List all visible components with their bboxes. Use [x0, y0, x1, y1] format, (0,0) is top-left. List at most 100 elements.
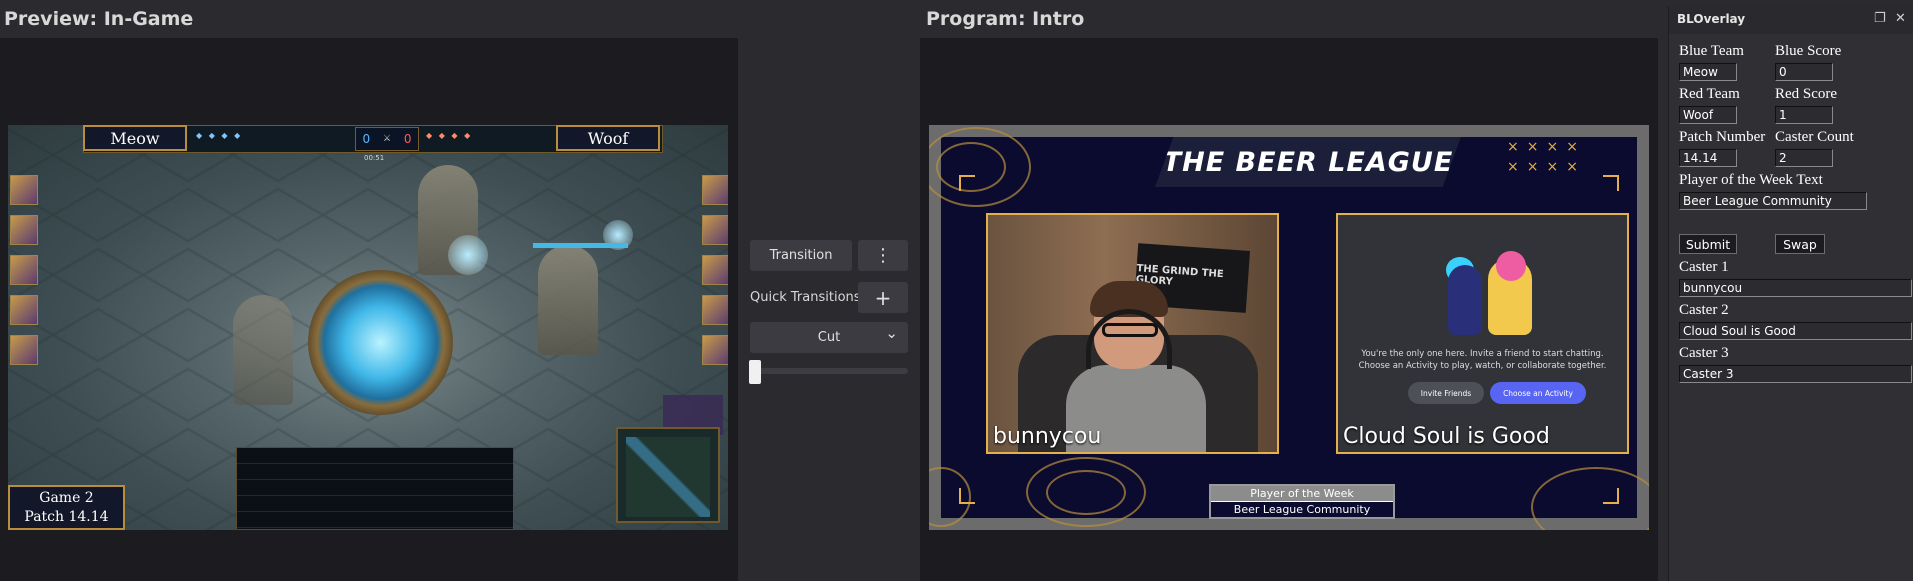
blue-kills: 0 — [362, 132, 371, 146]
blue-score-label: Blue Score — [1775, 43, 1842, 59]
cut-select-value: Cut — [817, 330, 841, 345]
choose-activity-button: Choose an Activity — [1490, 382, 1586, 404]
game-number: Game 2 — [39, 490, 94, 506]
invite-friends-button: Invite Friends — [1408, 382, 1484, 404]
cut-select[interactable]: Cut ⌄ — [750, 322, 908, 353]
game-timer: 00:51 — [364, 154, 385, 162]
corner-bracket — [1603, 175, 1619, 191]
patch-number-label: Patch Number — [1679, 129, 1766, 145]
topo-decoration — [1531, 467, 1649, 530]
caster-name-left: bunnycou — [993, 424, 1102, 449]
caster-2-label: Caster 2 — [1679, 302, 1729, 318]
corner-bracket — [1603, 488, 1619, 504]
red-team-stats: ◆ ◆ ◆ ◆ — [426, 131, 473, 140]
red-champion-portraits — [702, 175, 728, 375]
red-team-label: Red Team — [1679, 86, 1740, 102]
add-transition-icon[interactable]: + — [858, 282, 908, 313]
patch-number: Patch 14.14 — [24, 509, 109, 525]
t-bar-handle[interactable] — [749, 360, 761, 384]
league-banner: THE BEER LEAGUE — [1155, 137, 1461, 187]
submit-button[interactable]: Submit — [1679, 234, 1737, 254]
scoreboard-row — [237, 480, 513, 496]
health-bar — [533, 243, 628, 248]
glasses-icon — [1102, 323, 1158, 337]
red-team-input[interactable]: Woof — [1679, 106, 1737, 124]
turret — [233, 295, 293, 405]
minimap — [616, 427, 720, 523]
red-team-name: Woof — [556, 125, 660, 151]
champion-portrait — [10, 255, 38, 285]
caster-webcam-left: THE GRIND THE GLORY bunnycou — [986, 213, 1279, 454]
discord-mascot — [1448, 265, 1482, 335]
scoreboard-row — [237, 512, 513, 528]
potw-input[interactable]: Beer League Community — [1679, 192, 1867, 210]
close-icon[interactable]: ✕ — [1895, 11, 1906, 26]
program-feed: THE BEER LEAGUE ×××× ×××× THE GRIND THE … — [929, 125, 1649, 530]
champion-portrait — [702, 215, 728, 245]
champion-portrait — [702, 255, 728, 285]
discord-line-1: You're the only one here. Invite a frien… — [1361, 349, 1604, 359]
caster-count-label: Caster Count — [1775, 129, 1854, 145]
caster-3-label: Caster 3 — [1679, 345, 1729, 361]
program-title: Program: Intro — [926, 8, 1085, 30]
t-bar-track[interactable] — [750, 368, 908, 374]
champion-portrait — [10, 175, 38, 205]
swap-button[interactable]: Swap — [1775, 234, 1825, 254]
game-info-box: Game 2 Patch 14.14 — [8, 485, 125, 530]
float-dock-icon[interactable]: ❐ — [1874, 11, 1886, 26]
preview-game-feed: Meow Woof ◆ ◆ ◆ ◆ ◆ ◆ ◆ ◆ 0 ⚔ 0 00:51 Ga… — [8, 125, 728, 530]
blue-team-stats: ◆ ◆ ◆ ◆ — [196, 131, 243, 140]
x-marks-decoration: ×××× ×××× — [1507, 139, 1586, 175]
player-scoreboard — [236, 447, 514, 530]
caster-count-input[interactable]: 2 — [1775, 149, 1833, 167]
blue-team-label: Blue Team — [1679, 43, 1744, 59]
red-score-label: Red Score — [1775, 86, 1838, 102]
caster-2-input[interactable]: Cloud Soul is Good — [1679, 322, 1912, 340]
turret — [538, 245, 598, 355]
chevron-down-icon: ⌄ — [885, 324, 898, 342]
champion-portrait — [10, 215, 38, 245]
patch-number-input[interactable]: 14.14 — [1679, 149, 1737, 167]
discord-mascot — [1496, 251, 1526, 281]
scoreboard-row — [237, 496, 513, 512]
minimap-river — [626, 437, 710, 517]
dock-title: BLOverlay — [1677, 12, 1746, 26]
kill-score: 0 ⚔ 0 — [355, 127, 419, 151]
transition-button[interactable]: Transition — [750, 240, 852, 271]
preview-title: Preview: In-Game — [4, 8, 194, 30]
red-score-input[interactable]: 1 — [1775, 106, 1833, 124]
more-options-icon[interactable]: ⋮ — [858, 240, 908, 271]
caster-1-input[interactable]: bunnycou — [1679, 279, 1912, 297]
discord-line-2: Choose an Activity to play, watch, or co… — [1358, 361, 1607, 371]
champion-effect — [448, 235, 488, 275]
program-canvas: THE BEER LEAGUE ×××× ×××× THE GRIND THE … — [929, 127, 1649, 530]
champion-portrait — [702, 295, 728, 325]
player-of-the-week-box: Player of the Week Beer League Community — [1209, 484, 1395, 519]
champion-portrait — [702, 335, 728, 365]
sword-icon: ⚔ — [382, 134, 392, 144]
caster-1-label: Caster 1 — [1679, 259, 1729, 275]
discord-empty-message: You're the only one here. Invite a frien… — [1338, 348, 1627, 372]
champion-portrait — [702, 175, 728, 205]
quick-transitions-label: Quick Transitions — [750, 290, 861, 305]
potw-label: Player of the Week Text — [1679, 172, 1823, 188]
potw-value: Beer League Community — [1211, 501, 1393, 517]
blue-champion-portraits — [10, 175, 46, 375]
champion-portrait — [10, 335, 38, 365]
blue-score-input[interactable]: 0 — [1775, 63, 1833, 81]
scoreboard-row — [237, 448, 513, 464]
caster-3-input[interactable]: Caster 3 — [1679, 365, 1912, 383]
potw-title: Player of the Week — [1211, 486, 1393, 501]
scoreboard-row — [237, 464, 513, 480]
obs-studio-window: Preview: In-Game Meow Woof ◆ ◆ ◆ ◆ ◆ ◆ ◆… — [0, 0, 1913, 581]
corner-bracket — [959, 175, 975, 191]
fountain — [308, 270, 453, 415]
champion-portrait — [10, 295, 38, 325]
red-kills: 0 — [403, 132, 412, 146]
blue-team-name: Meow — [83, 125, 187, 151]
caster-webcam-right: You're the only one here. Invite a frien… — [1336, 213, 1629, 454]
topo-decoration — [1046, 470, 1126, 515]
corner-bracket — [959, 488, 975, 504]
blue-team-input[interactable]: Meow — [1679, 63, 1737, 81]
caster-name-right: Cloud Soul is Good — [1343, 424, 1550, 449]
